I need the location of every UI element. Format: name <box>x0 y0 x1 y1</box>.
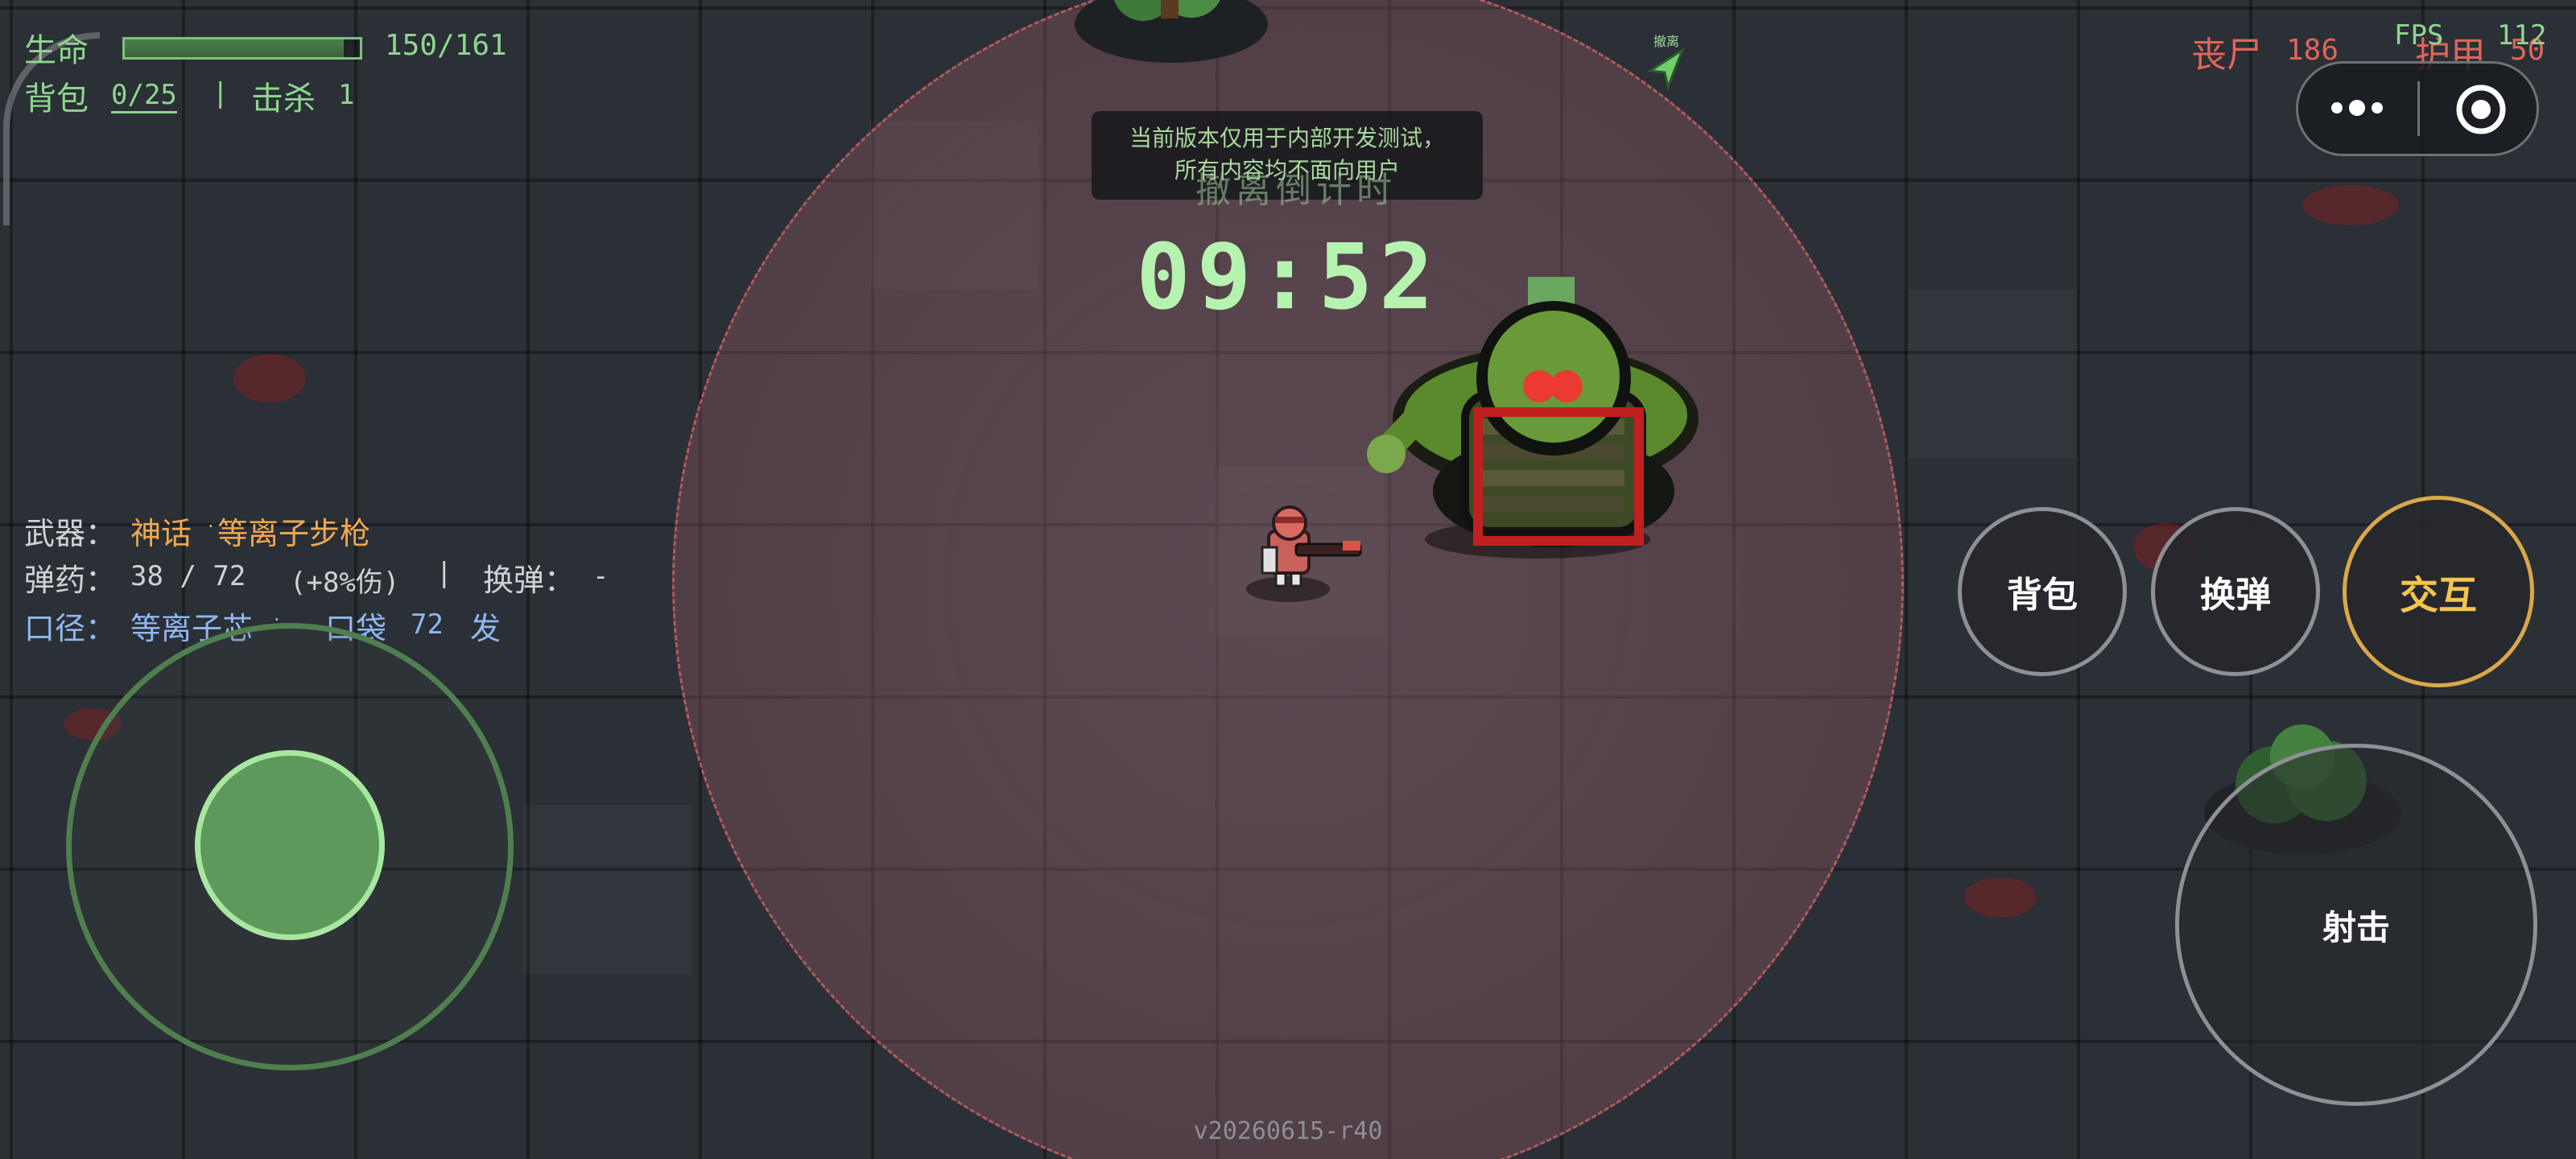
ammo-label: 弹药： <box>24 563 117 598</box>
movement-joystick-knob[interactable] <box>195 750 385 940</box>
evac-countdown-label: 撤离倒计时 <box>1195 170 1397 211</box>
bag-label: 背包 <box>24 80 89 118</box>
blood-splat <box>233 354 306 402</box>
reload-value: - <box>592 560 609 592</box>
miniprogram-capsule <box>2296 61 2539 156</box>
reload-button[interactable]: 换弹 <box>2151 507 2320 676</box>
hp-bar <box>122 37 362 60</box>
blood-splat <box>2302 185 2399 225</box>
interact-button[interactable]: 交互 <box>2343 496 2534 687</box>
reload-label: 换弹： <box>483 563 576 598</box>
ammo-bonus: (+8%伤) <box>290 567 400 599</box>
pocket-unit: 发 <box>470 611 502 646</box>
zombies-count: 186 <box>2286 34 2339 67</box>
evac-countdown-timer: 09:52 <box>1136 225 1440 330</box>
weapon-rarity: 神话 <box>130 516 192 551</box>
floor-tile <box>1908 290 2077 459</box>
hp-bar-fill <box>125 39 345 57</box>
hp-value: 150/161 <box>385 29 507 62</box>
fps-label: FPS <box>2394 19 2444 52</box>
tree-sprite <box>1075 0 1268 63</box>
bag-button[interactable]: 背包 <box>1958 507 2127 676</box>
floor-tile <box>523 805 692 974</box>
player-character <box>1246 505 1362 602</box>
hud-separator: | <box>216 77 225 109</box>
weapon-name: 等离子步枪 <box>217 516 371 551</box>
weapon-separator: | <box>440 557 449 589</box>
caliber-label: 口径： <box>24 611 117 646</box>
zombies-label: 丧尸 <box>2191 35 2262 76</box>
kills-value: 1 <box>338 79 355 111</box>
ammo-value: 38 / 72 <box>130 560 246 592</box>
fps-value: 112 <box>2497 19 2547 52</box>
blood-splat <box>1964 877 2037 918</box>
build-version: v20260615-r40 <box>1193 1117 1383 1145</box>
more-icon[interactable] <box>2329 96 2385 120</box>
close-miniprogram-icon[interactable] <box>2454 83 2508 136</box>
dev-notice-line1: 当前版本仅用于内部开发测试， <box>1129 125 1445 151</box>
weapon-label: 武器： <box>24 516 117 551</box>
hp-label: 生命 <box>24 32 89 69</box>
capsule-divider <box>2417 81 2420 136</box>
kills-label: 击杀 <box>251 80 316 118</box>
weapon-name-dot: · <box>208 515 214 538</box>
pocket-value: 72 <box>411 608 444 641</box>
extraction-arrow-icon <box>1647 47 1686 90</box>
game-viewport[interactable]: 撤离 生命 150/161 背包 0/25 | 击杀 1 丧尸 186 护甲 5… <box>0 0 2576 1159</box>
bag-capacity: 0/25 <box>111 79 177 113</box>
shoot-button[interactable]: 射击 <box>2175 744 2537 1106</box>
